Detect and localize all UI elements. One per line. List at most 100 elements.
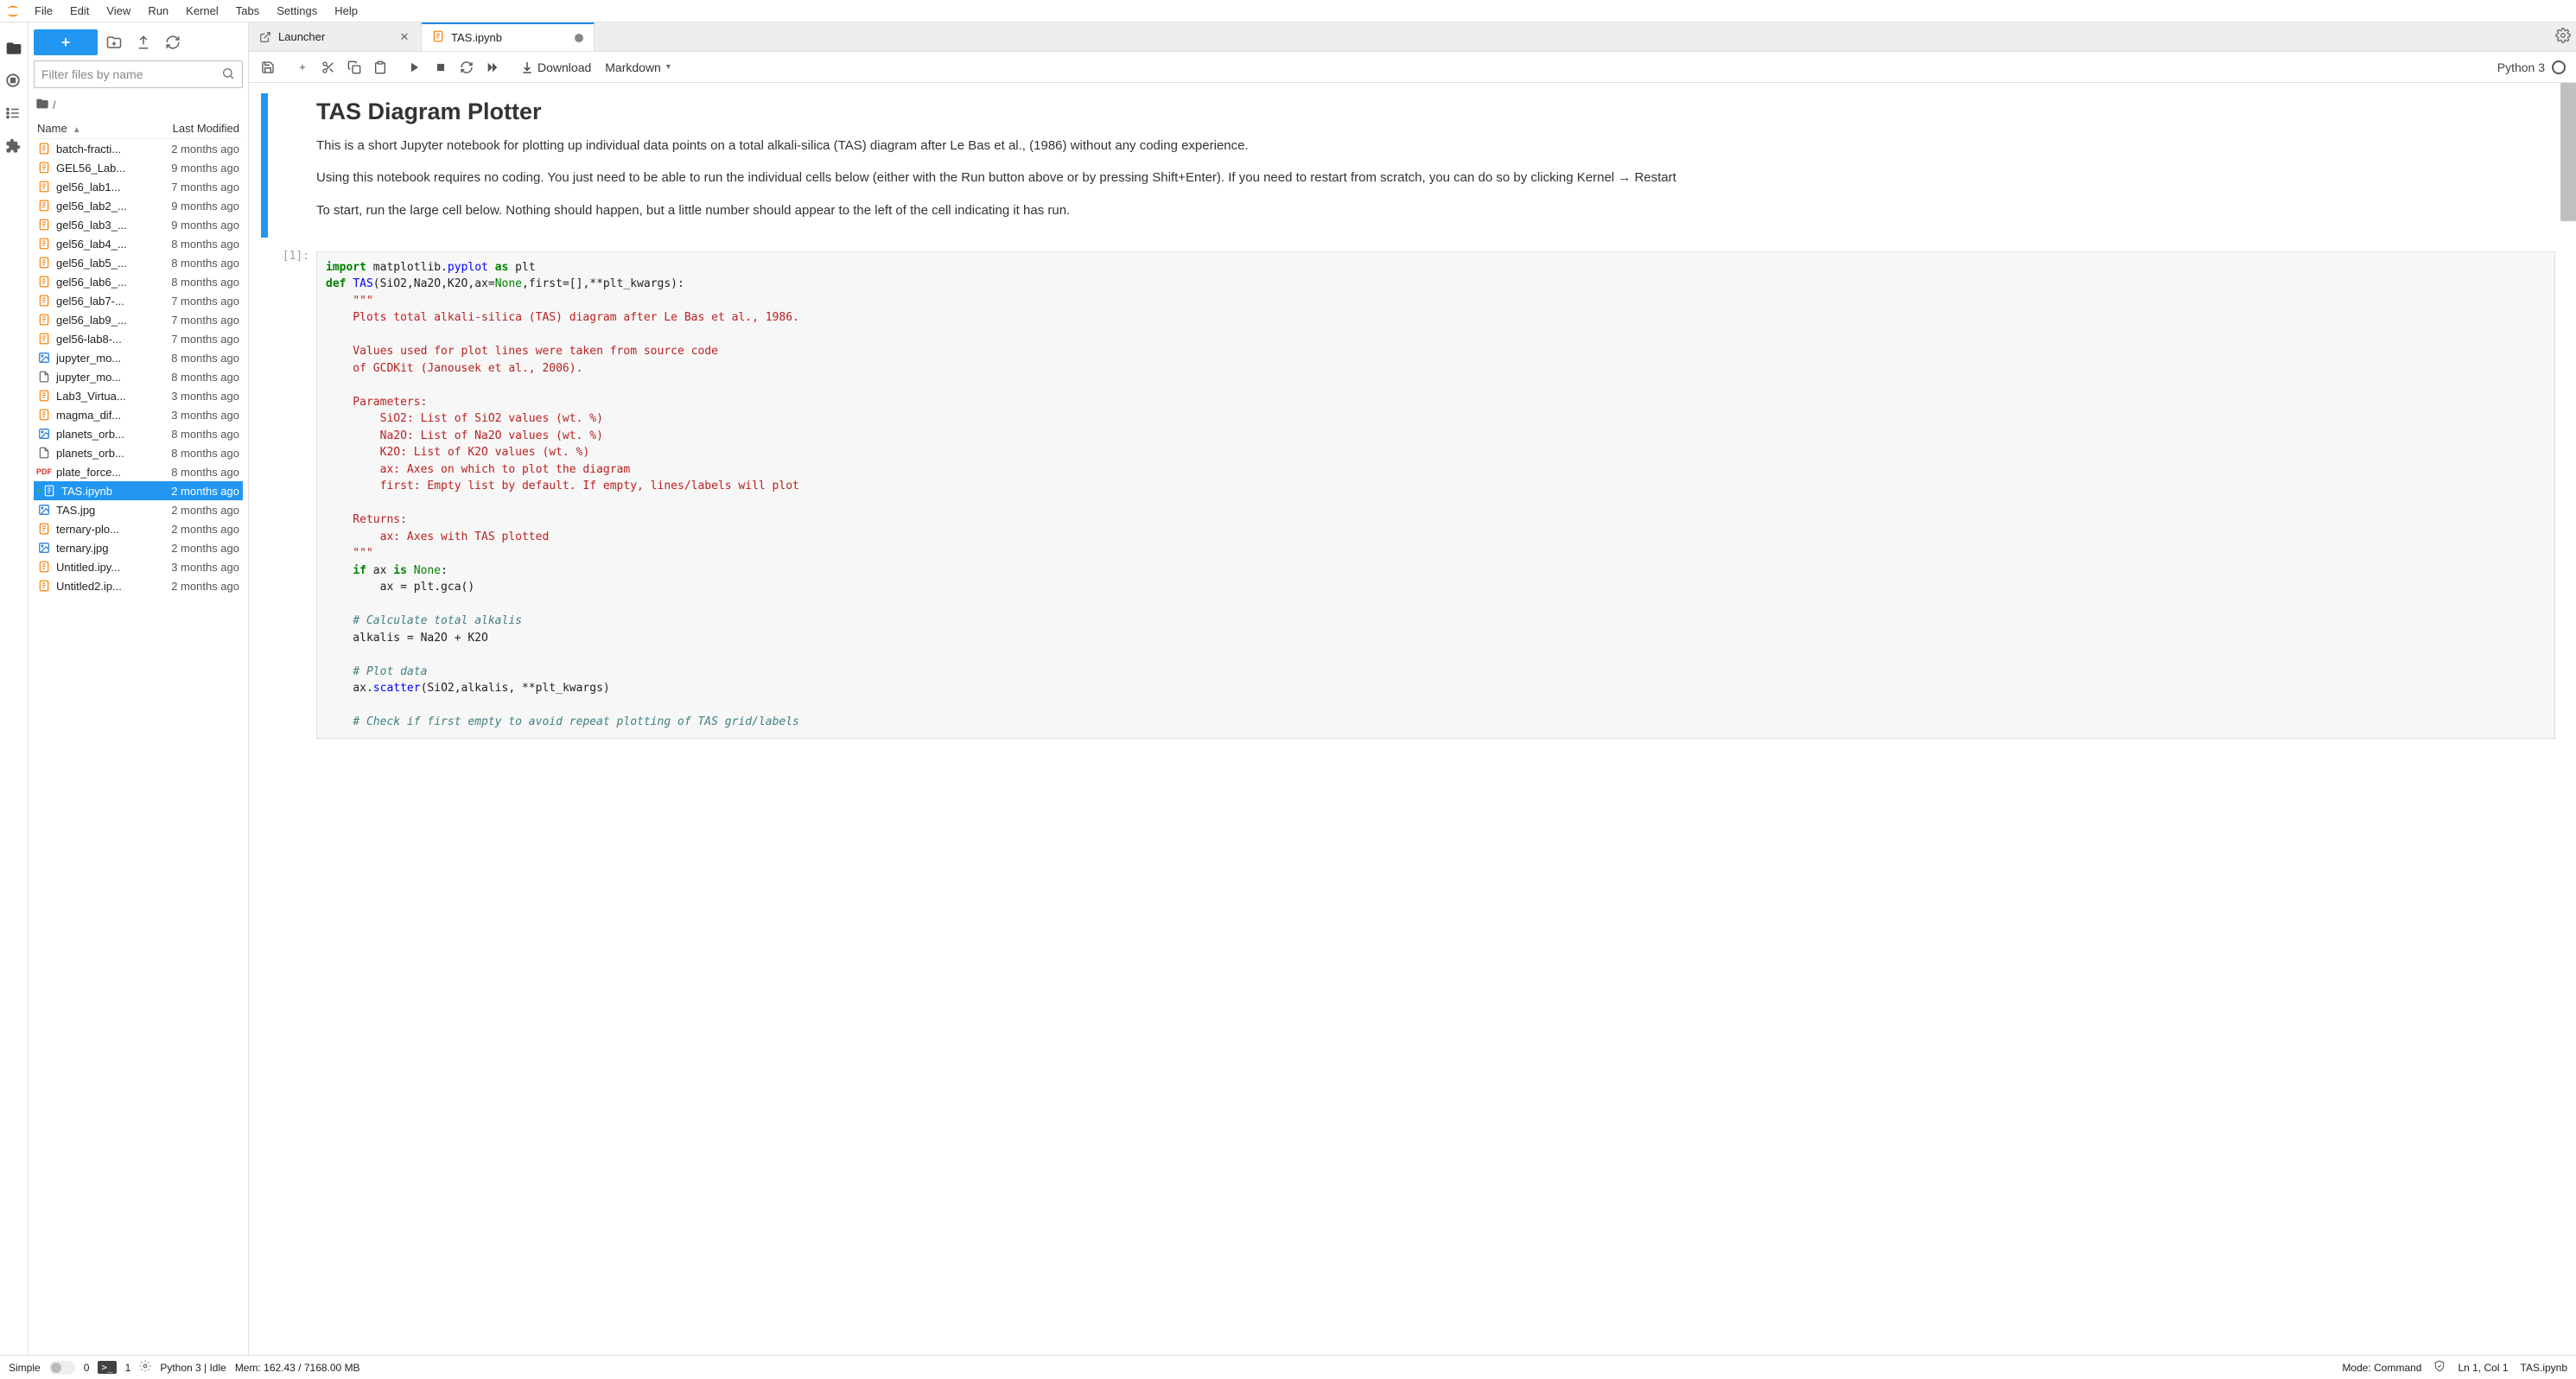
cut-icon[interactable] [316, 55, 340, 79]
kernel-status-idle-icon[interactable] [2552, 60, 2566, 74]
file-row[interactable]: Untitled.ipy...3 months ago [34, 557, 243, 576]
file-modified: 9 months ago [164, 200, 239, 213]
col-modified-header[interactable]: Last Modified [173, 122, 239, 135]
close-icon[interactable]: ✕ [398, 30, 410, 44]
file-modified: 2 months ago [164, 485, 239, 498]
file-name: magma_dif... [56, 409, 164, 422]
terminals-count[interactable]: 1 [125, 1362, 131, 1374]
file-row[interactable]: Lab3_Virtua...3 months ago [34, 386, 243, 405]
folder-icon[interactable] [5, 40, 22, 57]
menu-file[interactable]: File [26, 1, 61, 21]
toc-icon[interactable] [5, 105, 22, 123]
file-row[interactable]: batch-fracti...2 months ago [34, 139, 243, 158]
col-name-header[interactable]: Name▲ [37, 122, 173, 135]
settings-gear-icon[interactable] [2555, 28, 2571, 46]
menu-kernel[interactable]: Kernel [177, 1, 227, 21]
file-row[interactable]: planets_orb...8 months ago [34, 443, 243, 462]
file-row[interactable]: jupyter_mo...8 months ago [34, 367, 243, 386]
file-row[interactable]: gel56_lab1...7 months ago [34, 177, 243, 196]
restart-icon[interactable] [455, 55, 479, 79]
file-name: ternary.jpg [56, 542, 164, 555]
file-modified: 2 months ago [164, 143, 239, 156]
file-browser-panel: + / Name▲ Last Modified [29, 22, 249, 1355]
menu-help[interactable]: Help [326, 1, 366, 21]
menu-tabs[interactable]: Tabs [227, 1, 268, 21]
notebook-title: TAS Diagram Plotter [316, 98, 2555, 125]
cursor-position: Ln 1, Col 1 [2458, 1362, 2508, 1374]
file-row[interactable]: magma_dif...3 months ago [34, 405, 243, 424]
save-icon[interactable] [256, 55, 280, 79]
cell-type-select[interactable]: Markdown ▾ [598, 60, 677, 74]
file-row[interactable]: TAS.ipynb2 months ago [34, 481, 243, 500]
file-row[interactable]: gel56_lab2_...9 months ago [34, 196, 243, 215]
restart-run-all-icon[interactable] [480, 55, 505, 79]
active-file-name: TAS.ipynb [2521, 1362, 2567, 1374]
menu-view[interactable]: View [98, 1, 139, 21]
file-modified: 7 months ago [164, 333, 239, 346]
scrollbar-thumb[interactable] [2560, 83, 2576, 221]
file-row[interactable]: TAS.jpg2 months ago [34, 500, 243, 519]
file-row[interactable]: jupyter_mo...8 months ago [34, 348, 243, 367]
lsp-status-icon[interactable] [139, 1360, 151, 1375]
activity-bar [0, 22, 29, 1355]
file-modified: 7 months ago [164, 295, 239, 308]
kernel-status-text[interactable]: Python 3 | Idle [160, 1362, 226, 1374]
file-row[interactable]: GEL56_Lab...9 months ago [34, 158, 243, 177]
file-row[interactable]: gel56_lab9_...7 months ago [34, 310, 243, 329]
menu-edit[interactable]: Edit [61, 1, 98, 21]
file-modified: 8 months ago [164, 257, 239, 270]
notebook-trust-icon[interactable] [2433, 1360, 2446, 1375]
filter-files-input[interactable] [41, 67, 221, 81]
terminal-icon[interactable]: >_ [98, 1361, 116, 1374]
open-tabs-count[interactable]: 0 [84, 1362, 90, 1374]
file-name: batch-fracti... [56, 143, 164, 156]
tab-tas-notebook[interactable]: TAS.ipynb [422, 22, 595, 51]
file-modified: 9 months ago [164, 162, 239, 175]
file-row[interactable]: PDFplate_force...8 months ago [34, 462, 243, 481]
file-row[interactable]: gel56_lab5_...8 months ago [34, 253, 243, 272]
new-folder-icon[interactable] [101, 29, 127, 55]
file-modified: 2 months ago [164, 523, 239, 536]
upload-icon[interactable] [130, 29, 156, 55]
menu-settings[interactable]: Settings [268, 1, 326, 21]
markdown-cell[interactable]: TAS Diagram Plotter This is a short Jupy… [261, 93, 2564, 238]
new-launcher-button[interactable]: + [34, 29, 98, 55]
running-icon[interactable] [5, 73, 22, 90]
breadcrumb-root[interactable]: / [53, 98, 56, 111]
simple-mode-toggle[interactable] [49, 1361, 75, 1375]
folder-icon [35, 97, 49, 113]
file-row[interactable]: gel56_lab3_...9 months ago [34, 215, 243, 234]
notebook-content[interactable]: TAS Diagram Plotter This is a short Jupy… [249, 83, 2576, 1355]
file-modified: 2 months ago [164, 504, 239, 517]
breadcrumb[interactable]: / [34, 92, 243, 118]
file-row[interactable]: Untitled2.ip...2 months ago [34, 576, 243, 595]
code-editor[interactable]: import matplotlib.pyplot as plt def TAS(… [316, 251, 2555, 739]
paste-icon[interactable] [368, 55, 392, 79]
nb-file-icon [37, 560, 51, 574]
add-cell-icon[interactable]: + [290, 55, 315, 79]
file-row[interactable]: gel56-lab8-...7 months ago [34, 329, 243, 348]
kernel-name[interactable]: Python 3 [2497, 60, 2545, 74]
file-row[interactable]: gel56_lab4_...8 months ago [34, 234, 243, 253]
file-row[interactable]: gel56_lab6_...8 months ago [34, 272, 243, 291]
file-row[interactable]: gel56_lab7-...7 months ago [34, 291, 243, 310]
jupyter-logo-icon[interactable] [3, 2, 22, 21]
file-modified: 8 months ago [164, 466, 239, 479]
tab-launcher[interactable]: Launcher ✕ [249, 22, 422, 51]
sort-asc-icon: ▲ [73, 125, 81, 135]
menubar: FileEditViewRunKernelTabsSettingsHelp [0, 0, 2576, 22]
stop-icon[interactable] [429, 55, 453, 79]
file-row[interactable]: ternary-plo...2 months ago [34, 519, 243, 538]
file-row[interactable]: ternary.jpg2 months ago [34, 538, 243, 557]
download-button[interactable]: Download [515, 60, 596, 74]
extensions-icon[interactable] [5, 138, 22, 156]
run-icon[interactable] [403, 55, 427, 79]
copy-icon[interactable] [342, 55, 366, 79]
file-row[interactable]: planets_orb...8 months ago [34, 424, 243, 443]
cell-prompt: [1]: [268, 246, 316, 744]
nb-file-icon [37, 256, 51, 270]
code-cell[interactable]: [1]: import matplotlib.pyplot as plt def… [261, 246, 2564, 744]
menu-run[interactable]: Run [139, 1, 177, 21]
file-list[interactable]: batch-fracti...2 months agoGEL56_Lab...9… [34, 139, 243, 1350]
refresh-icon[interactable] [160, 29, 186, 55]
